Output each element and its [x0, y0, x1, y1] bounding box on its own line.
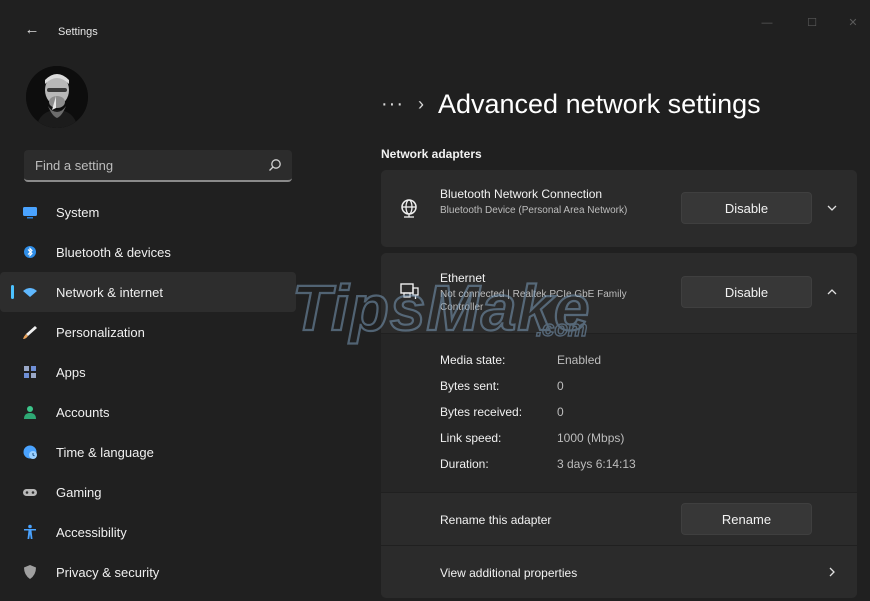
- sidebar-item-gaming[interactable]: Gaming: [0, 472, 300, 512]
- chevron-right-icon: ›: [417, 93, 424, 114]
- ethernet-details: Media state: Enabled Bytes sent: 0 Bytes…: [381, 334, 857, 492]
- detail-row-link-speed: Link speed: 1000 (Mbps): [440, 431, 624, 445]
- apps-icon: [22, 364, 38, 380]
- adapter-card-bluetooth[interactable]: Bluetooth Network Connection Bluetooth D…: [381, 170, 857, 247]
- sidebar-item-label: Time & language: [56, 444, 154, 460]
- bluetooth-icon: [22, 244, 38, 260]
- globe-network-icon: [401, 199, 417, 218]
- accessibility-icon: [22, 524, 38, 540]
- shield-icon: [22, 564, 38, 580]
- sidebar-item-accessibility[interactable]: Accessibility: [0, 512, 300, 552]
- detail-row-duration: Duration: 3 days 6:14:13: [440, 457, 636, 471]
- monitor-icon: [22, 204, 38, 220]
- chevron-down-icon[interactable]: [825, 201, 839, 215]
- detail-key: Link speed:: [440, 431, 502, 445]
- detail-row-media-state: Media state: Enabled: [440, 353, 601, 367]
- detail-key: Duration:: [440, 457, 489, 471]
- detail-row-bytes-received: Bytes received: 0: [440, 405, 564, 419]
- sidebar-item-personalization[interactable]: Personalization: [0, 312, 300, 352]
- search-box[interactable]: [24, 150, 292, 182]
- sidebar-item-label: System: [56, 204, 100, 220]
- ethernet-icon: [400, 283, 419, 299]
- detail-key: Bytes received:: [440, 405, 523, 419]
- adapter-card-ethernet[interactable]: Ethernet Not connected | Realtek PCIe Gb…: [381, 253, 857, 333]
- detail-key: Bytes sent:: [440, 379, 500, 393]
- detail-value: 0: [557, 405, 564, 419]
- adapter-description: Bluetooth Device (Personal Area Network): [440, 205, 628, 216]
- chevron-up-icon[interactable]: [825, 285, 839, 299]
- disable-bluetooth-button[interactable]: Disable: [681, 192, 812, 224]
- detail-value: 1000 (Mbps): [557, 431, 625, 445]
- sidebar-item-bluetooth[interactable]: Bluetooth & devices: [0, 232, 300, 272]
- search-input[interactable]: [24, 150, 264, 180]
- sidebar-item-apps[interactable]: Apps: [0, 352, 300, 392]
- adapter-name: Bluetooth Network Connection: [440, 187, 603, 201]
- sidebar-item-label: Network & internet: [56, 284, 163, 300]
- view-properties-row[interactable]: View additional properties: [381, 546, 857, 598]
- wifi-icon: [22, 284, 38, 300]
- disable-ethernet-button[interactable]: Disable: [681, 276, 812, 308]
- globe-clock-icon: [22, 444, 38, 460]
- chevron-right-icon[interactable]: [825, 565, 839, 579]
- sidebar-item-privacy[interactable]: Privacy & security: [0, 552, 300, 592]
- back-button[interactable]: ←: [22, 20, 42, 40]
- rename-button[interactable]: Rename: [681, 503, 812, 535]
- sidebar-item-label: Accessibility: [56, 524, 127, 540]
- user-avatar[interactable]: [26, 66, 88, 128]
- sidebar-item-accounts[interactable]: Accounts: [0, 392, 300, 432]
- app-title: Settings: [58, 26, 98, 38]
- search-icon[interactable]: [268, 158, 282, 172]
- view-properties-label: View additional properties: [440, 566, 578, 580]
- selection-indicator: [11, 285, 14, 299]
- detail-key: Media state:: [440, 353, 506, 367]
- close-button[interactable]: ✕: [838, 14, 868, 32]
- sidebar-item-time-language[interactable]: Time & language: [0, 432, 300, 472]
- minimize-button[interactable]: —: [752, 14, 782, 32]
- maximize-button[interactable]: ☐: [797, 14, 827, 32]
- sidebar-nav: System Bluetooth & devices Network & int…: [0, 192, 300, 592]
- detail-value: Enabled: [557, 353, 602, 367]
- sidebar-item-label: Accounts: [56, 404, 110, 420]
- sidebar-item-label: Bluetooth & devices: [56, 244, 171, 260]
- avatar-image: [26, 66, 88, 128]
- title-bar: ← Settings — ☐ ✕: [0, 0, 870, 58]
- detail-value: 0: [557, 379, 564, 393]
- page-title: Advanced network settings: [437, 88, 761, 119]
- sidebar-item-system[interactable]: System: [0, 192, 300, 232]
- breadcrumb-more-button[interactable]: ···: [381, 93, 404, 116]
- brush-icon: [22, 324, 38, 340]
- detail-value: 3 days 6:14:13: [557, 457, 636, 471]
- sidebar-item-label: Personalization: [56, 324, 145, 340]
- section-heading: Network adapters: [381, 147, 482, 161]
- breadcrumb: ··· › Advanced network settings: [381, 84, 761, 124]
- person-icon: [22, 404, 38, 420]
- adapter-name: Ethernet: [440, 271, 486, 285]
- rename-adapter-row: Rename this adapter Rename: [381, 493, 857, 545]
- gamepad-icon: [22, 484, 38, 500]
- sidebar-item-network[interactable]: Network & internet: [0, 272, 296, 312]
- adapter-description: Not connected | Realtek PCIe GbE Family …: [440, 289, 627, 313]
- rename-label: Rename this adapter: [440, 513, 552, 527]
- sidebar-item-label: Privacy & security: [56, 564, 160, 580]
- sidebar-item-label: Gaming: [56, 484, 102, 500]
- detail-row-bytes-sent: Bytes sent: 0: [440, 379, 564, 393]
- sidebar-item-label: Apps: [56, 364, 86, 380]
